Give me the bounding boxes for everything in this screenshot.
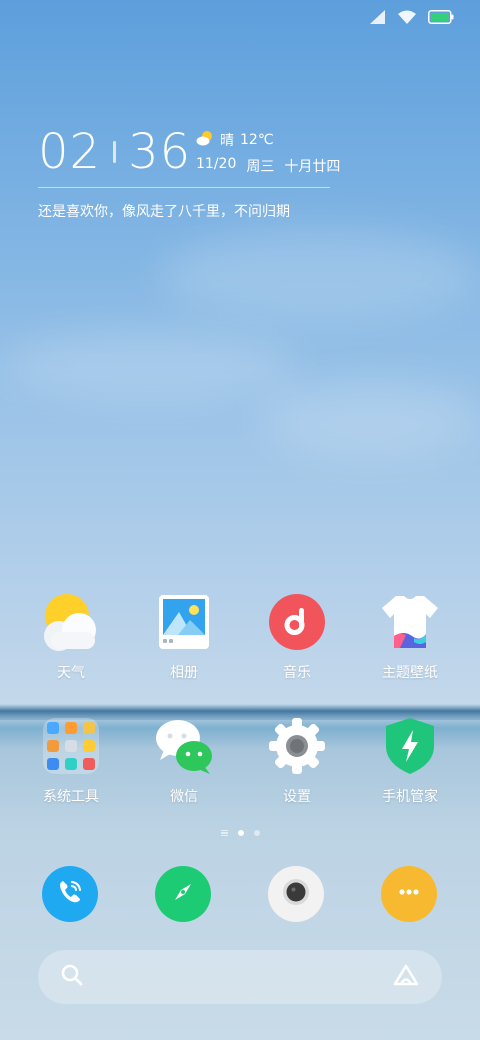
- weather-summary[interactable]: 晴 12℃ 11/20 周三 十月廿四: [196, 130, 340, 176]
- app-security[interactable]: 手机管家: [360, 716, 460, 806]
- partly-sunny-icon: [196, 130, 214, 150]
- settings-icon: [267, 716, 327, 776]
- security-icon: [380, 716, 440, 776]
- weather-temperature: 12℃: [240, 132, 274, 148]
- browser-icon: [168, 877, 198, 911]
- background-cloud: [260, 380, 480, 460]
- app-label: 音乐: [283, 665, 311, 681]
- folder-mini-app: [65, 722, 77, 734]
- page-indicator-feed-icon[interactable]: [220, 830, 228, 836]
- app-music[interactable]: 音乐: [247, 592, 347, 682]
- app-wechat[interactable]: 微信: [134, 716, 234, 806]
- folder-mini-app: [83, 758, 95, 770]
- app-label: 天气: [57, 665, 85, 681]
- folder-mini-app: [47, 740, 59, 752]
- app-settings[interactable]: 设置: [247, 716, 347, 806]
- battery-icon: [428, 10, 454, 24]
- widget-divider: [38, 187, 330, 188]
- folder-icon: [41, 716, 101, 776]
- status-bar: [370, 10, 454, 24]
- camera-icon: [278, 874, 314, 914]
- messages-icon: [394, 877, 424, 911]
- dock-camera[interactable]: [268, 866, 324, 922]
- clock-widget[interactable]: 02 36: [38, 128, 191, 176]
- search-bar[interactable]: [38, 950, 442, 1004]
- search-icon: [60, 963, 84, 991]
- dock-phone[interactable]: [42, 866, 98, 922]
- clock-hour: 02: [38, 124, 102, 180]
- folder-mini-app: [83, 740, 95, 752]
- date-text: 11/20: [196, 156, 237, 172]
- app-folder-system-tools[interactable]: 系统工具: [21, 716, 121, 806]
- folder-mini-app: [65, 758, 77, 770]
- lunar-date-text: 十月廿四: [284, 159, 341, 175]
- themes-icon: [380, 592, 440, 652]
- phone-icon: [56, 878, 84, 910]
- app-label: 系统工具: [43, 789, 99, 805]
- app-label: 微信: [170, 789, 198, 805]
- page-indicator[interactable]: [0, 830, 480, 836]
- folder-mini-app: [65, 740, 77, 752]
- folder-mini-app: [47, 722, 59, 734]
- music-icon: [267, 592, 327, 652]
- app-label: 相册: [170, 665, 198, 681]
- app-themes[interactable]: 主题壁纸: [360, 592, 460, 682]
- clock-minute: 36: [128, 124, 192, 180]
- folder-mini-app: [47, 758, 59, 770]
- app-label: 主题壁纸: [382, 665, 438, 681]
- background-cloud: [0, 330, 300, 400]
- folder-grid: [43, 718, 99, 774]
- wifi-icon: [398, 10, 416, 24]
- weather-icon: [41, 592, 101, 652]
- app-label: 手机管家: [382, 789, 438, 805]
- page-dot[interactable]: [253, 830, 260, 836]
- wechat-icon: [154, 716, 214, 776]
- quote-text: 还是喜欢你，像风走了八千里，不问归期: [38, 204, 290, 220]
- weekday-text: 周三: [246, 159, 275, 175]
- folder-mini-app: [83, 722, 95, 734]
- dock-messages[interactable]: [381, 866, 437, 922]
- app-gallery[interactable]: 相册: [134, 592, 234, 682]
- gallery-icon: [154, 592, 214, 652]
- dock-browser[interactable]: [155, 866, 211, 922]
- app-label: 设置: [283, 789, 311, 805]
- cellular-signal-icon: [370, 10, 386, 24]
- clock-separator: [113, 141, 117, 163]
- page-dot-active[interactable]: [237, 830, 244, 836]
- weather-condition: 晴: [220, 133, 234, 149]
- assistant-icon[interactable]: [392, 963, 420, 991]
- app-weather[interactable]: 天气: [21, 592, 121, 682]
- background-cloud: [160, 230, 480, 320]
